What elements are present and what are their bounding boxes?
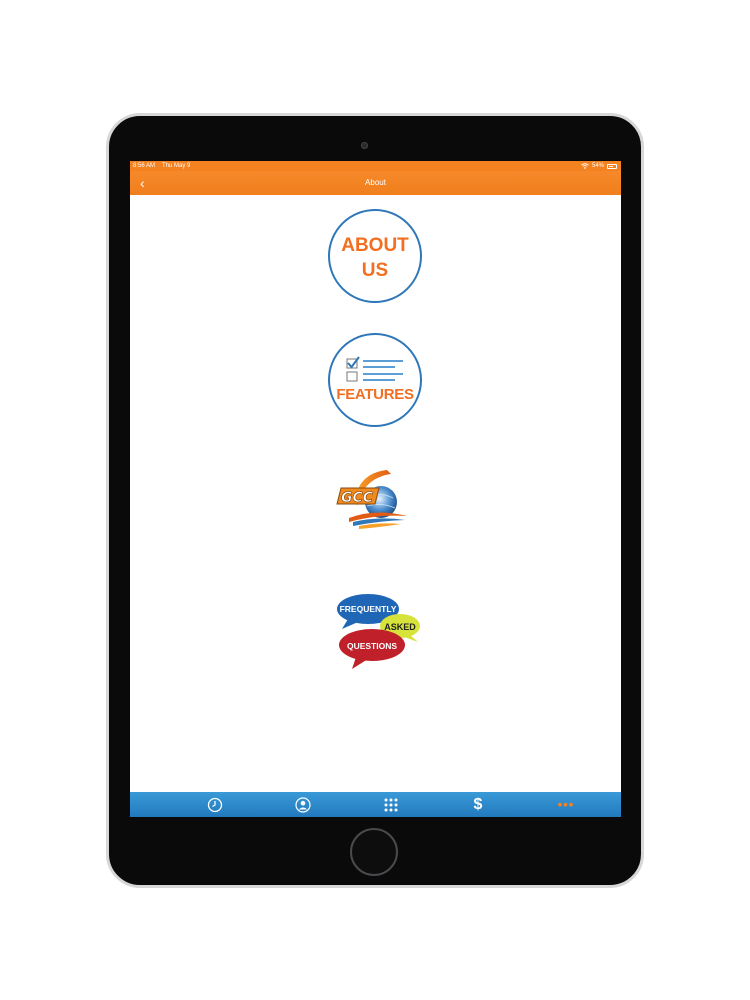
page-title: About xyxy=(365,178,386,187)
about-us-label-line2: US xyxy=(361,260,389,281)
globe-logo-icon: GCC xyxy=(336,470,407,529)
dollar-icon: $ xyxy=(473,795,483,813)
tab-billing[interactable]: $ xyxy=(458,792,498,817)
about-us-button[interactable]: ABOUT US xyxy=(328,209,422,303)
contact-icon xyxy=(295,796,311,813)
faq-word-questions: QUESTIONS xyxy=(347,641,397,651)
tab-more[interactable]: ••• xyxy=(546,792,586,817)
checklist-icon xyxy=(346,356,403,382)
features-label: FEATURES xyxy=(336,386,414,403)
status-indicators: 54% xyxy=(581,161,617,171)
front-camera xyxy=(361,142,368,149)
app-screen: 8:56 AM Thu May 9 54% ‹ About ABOUT US F… xyxy=(130,161,621,817)
faq-bubbles-icon: FREQUENTLY ASKED QUESTIONS xyxy=(337,594,420,669)
faq-button[interactable]: FREQUENTLY ASKED QUESTIONS xyxy=(334,589,424,671)
logo-text: GCC xyxy=(341,490,374,506)
home-button[interactable] xyxy=(350,828,398,876)
status-date: Thu May 9 xyxy=(162,163,191,169)
status-bar: 8:56 AM Thu May 9 54% xyxy=(130,161,621,171)
wifi-icon xyxy=(581,163,589,169)
status-time: 8:56 AM xyxy=(133,163,156,169)
battery-icon xyxy=(607,163,617,169)
tab-contacts[interactable] xyxy=(283,792,323,817)
faq-word-asked: ASKED xyxy=(384,622,416,632)
keypad-icon xyxy=(384,798,398,811)
tab-keypad[interactable] xyxy=(371,792,411,817)
navigation-bar: ‹ About xyxy=(130,171,621,195)
features-button[interactable]: FEATURES xyxy=(328,333,422,427)
faq-word-frequently: FREQUENTLY xyxy=(340,604,397,614)
tab-bar: $ ••• xyxy=(130,792,621,817)
company-logo-button[interactable]: GCC xyxy=(335,466,415,546)
about-us-label-line1: ABOUT xyxy=(341,235,409,256)
more-icon: ••• xyxy=(557,797,575,812)
battery-percent: 54% xyxy=(591,163,604,169)
tab-history[interactable] xyxy=(195,792,235,817)
clock-icon xyxy=(207,797,223,812)
